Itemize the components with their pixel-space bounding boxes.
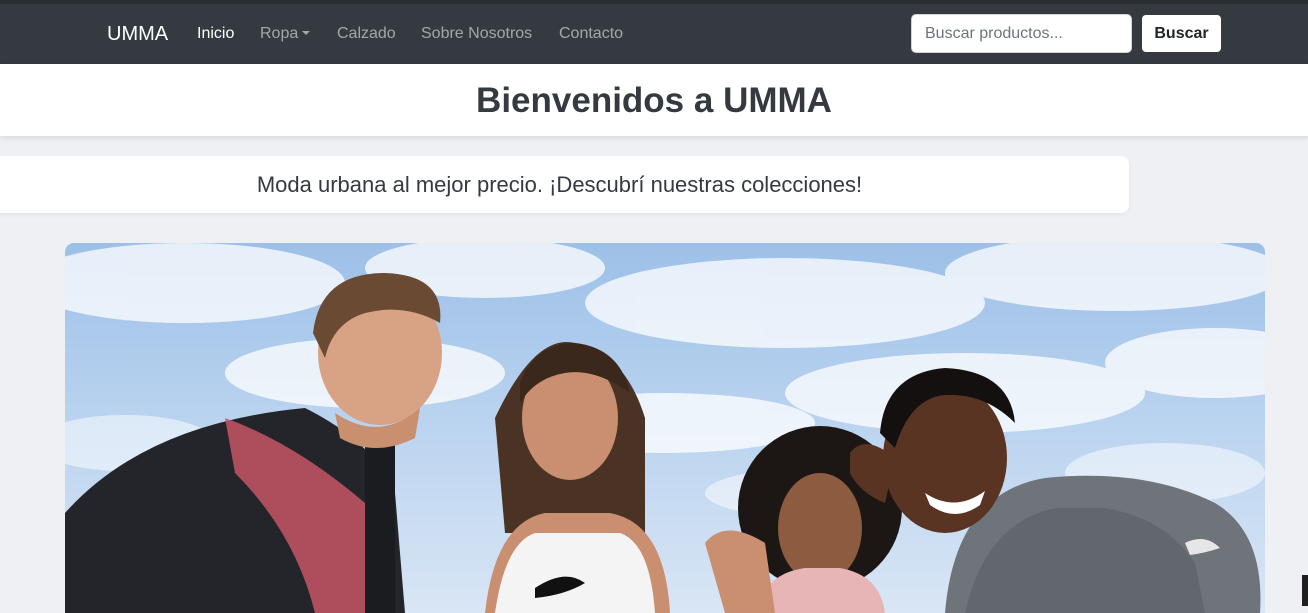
carousel-hero-image[interactable] (65, 243, 1265, 613)
top-navbar: UMMA Inicio Ropa Calzado Sobre Nosotros … (0, 0, 1308, 64)
welcome-header: Bienvenidos a UMMA (0, 64, 1308, 136)
search-button[interactable]: Buscar (1142, 15, 1221, 52)
nav-item-ropa[interactable]: Ropa (260, 24, 311, 44)
chevron-down-icon (302, 31, 311, 35)
nav-item-sobre-nosotros[interactable]: Sobre Nosotros (421, 24, 532, 44)
hero-photo (65, 243, 1265, 613)
search-input[interactable] (911, 14, 1132, 53)
tagline-text: Moda urbana al mejor precio. ¡Descubrí n… (256, 172, 863, 197)
page-title: Bienvenidos a UMMA (476, 81, 832, 120)
nav-item-ropa-label: Ropa (260, 25, 299, 42)
brand-logo[interactable]: UMMA (107, 22, 168, 46)
nav-item-calzado[interactable]: Calzado (337, 24, 396, 44)
nav-item-inicio[interactable]: Inicio (197, 24, 234, 44)
tagline-box: Moda urbana al mejor precio. ¡Descubrí n… (0, 156, 1129, 213)
scrollbar-thumb[interactable] (1302, 575, 1308, 606)
nav-item-contacto[interactable]: Contacto (559, 24, 623, 44)
